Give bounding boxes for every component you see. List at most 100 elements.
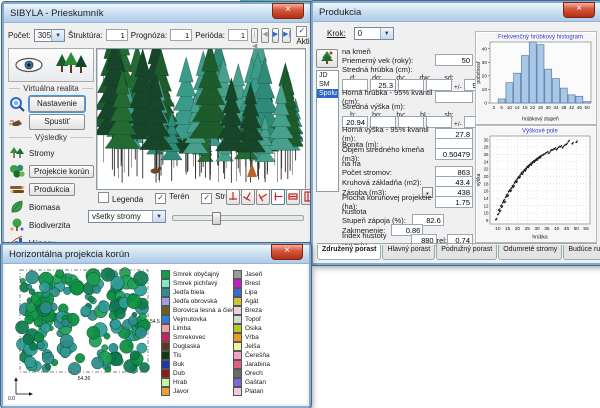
legend-item: Jedľa obrovská: [161, 297, 241, 306]
rotate-view-button-5[interactable]: [286, 189, 300, 205]
checkbox-icon[interactable]: [296, 26, 307, 37]
svg-text:16: 16: [484, 189, 489, 194]
legend-label: Limba: [173, 325, 191, 332]
tab-5[interactable]: Budúce rubné stromy: [563, 245, 600, 260]
perioda-label: Perióda:: [195, 31, 225, 40]
svg-text:30: 30: [482, 60, 488, 66]
legend-label: Jedľa biela: [173, 289, 205, 296]
trees-thumbnail-icon: [54, 52, 88, 78]
forest-viewport[interactable]: [96, 48, 306, 190]
rotate-view-button-1[interactable]: [226, 189, 240, 205]
sidebar-item-crowns[interactable]: Projekcie korún: [7, 162, 95, 180]
viewport-checkboxes: Legenda Terén Stromy: [98, 192, 241, 204]
explorer-toolbar: Počet: 305 Štruktúra: Prognóza: Perióda:…: [8, 26, 306, 44]
close-icon[interactable]: [563, 2, 595, 18]
teren-checkbox[interactable]: Terén: [155, 192, 189, 204]
chevron-down-icon[interactable]: [152, 211, 165, 222]
crown-projection-plot: 54.554.360.0: [8, 266, 160, 402]
species-item-SM[interactable]: SM: [317, 80, 338, 89]
field-row: Horná hrúbka - 95% kvantil (cm):: [342, 92, 473, 102]
tab-1[interactable]: Združený porast: [317, 245, 381, 260]
chevron-down-icon[interactable]: [51, 30, 64, 41]
spustit-row[interactable]: Spustiť: [7, 113, 95, 131]
species-legend-column-1: Smrek obyčajnýSmrek pichľavýJedľa bielaJ…: [161, 270, 241, 396]
svg-text:46: 46: [577, 105, 583, 110]
chevron-down-icon[interactable]: [380, 28, 393, 39]
legenda-checkbox[interactable]: Legenda: [98, 192, 143, 204]
struktura-label: Štruktúra:: [68, 31, 103, 40]
krok-combo[interactable]: 0: [354, 27, 394, 40]
field-value[interactable]: [435, 54, 473, 66]
species-item-Spolu[interactable]: Spolu: [317, 89, 338, 98]
heightcurve-panel: 1015202530354045505581012141618202224262…: [475, 125, 597, 243]
nastavenie-button[interactable]: Nastavenie: [29, 96, 85, 112]
species-item-JD[interactable]: JD: [317, 71, 338, 80]
field-value[interactable]: [435, 148, 473, 160]
sidebar-item-logs[interactable]: Produkcia: [7, 180, 95, 198]
field-value[interactable]: [435, 196, 473, 208]
spustit-button[interactable]: Spustiť: [29, 114, 85, 130]
legend-label: Osika: [245, 325, 262, 332]
tab-4[interactable]: Odumreté stromy: [498, 245, 562, 260]
legend-label: Smrek obyčajný: [173, 271, 219, 278]
legend-label: Jelša: [245, 343, 260, 350]
field-value[interactable]: [435, 91, 473, 103]
svg-text:hrúbkový stupeň: hrúbkový stupeň: [522, 117, 559, 123]
crown-projection-titlebar[interactable]: Horizontálna projekcia korún: [3, 245, 309, 264]
produkcia-title: Produkcia: [319, 7, 361, 18]
tree-filter-combo[interactable]: všetky stromy: [88, 210, 166, 223]
close-icon[interactable]: [271, 244, 303, 260]
legend-label: Vŕba: [245, 334, 259, 341]
produkcia-titlebar[interactable]: Produkcia: [313, 3, 600, 22]
legend-item: Hrab: [161, 378, 241, 387]
close-icon[interactable]: [272, 3, 304, 19]
legend-item: Orech: [233, 369, 270, 378]
species-panel: JDSMSpolu: [316, 49, 339, 243]
zoom-slider[interactable]: [172, 215, 304, 221]
legend-item: Duglaska: [161, 342, 241, 351]
rotate-view-button-4[interactable]: [271, 189, 285, 205]
svg-text:20: 20: [515, 226, 521, 232]
struktura-input[interactable]: [106, 29, 128, 41]
legend-item: Buk: [161, 360, 241, 369]
prognoza-input[interactable]: [170, 29, 192, 41]
rotate-view-button-2[interactable]: [241, 189, 255, 205]
leaf-icon: [9, 199, 25, 215]
crown-projection-title: Horizontálna projekcia korún: [9, 249, 129, 260]
rotate-view-button-3[interactable]: [256, 189, 270, 205]
svg-text:40: 40: [554, 226, 560, 232]
nav-prev-button[interactable]: ◀: [261, 28, 268, 43]
svg-text:10: 10: [495, 226, 501, 232]
nav-last-button[interactable]: ▶|: [282, 28, 291, 43]
legend-swatch: [161, 315, 170, 324]
nav-next-button[interactable]: ▶: [272, 28, 279, 43]
virtual-reality-preview: [8, 48, 94, 82]
slider-thumb[interactable]: [212, 212, 221, 225]
explorer-titlebar[interactable]: SIBYLA - Prieskumník: [4, 4, 310, 23]
sidebar-item-leaf[interactable]: Biomasa: [7, 198, 95, 216]
legend-item: Čerešňa: [233, 351, 270, 360]
nastavenie-row[interactable]: Nastavenie: [7, 95, 95, 113]
svg-text:30: 30: [484, 137, 489, 142]
perioda-input[interactable]: [228, 29, 248, 41]
legend-swatch: [161, 369, 170, 378]
species-list[interactable]: JDSMSpolu: [316, 70, 339, 192]
krok-row: Krok: 0: [327, 27, 394, 40]
svg-text:42: 42: [569, 105, 575, 110]
tab-3[interactable]: Podružný porast: [436, 245, 497, 260]
pocet-combo[interactable]: 305: [34, 29, 65, 42]
legend-label: Hrab: [173, 379, 187, 386]
species-tree-button[interactable]: [316, 49, 338, 68]
vysledky-group-header: Výsledky: [9, 133, 93, 142]
sidebar-item-biodiv[interactable]: Biodiverzita: [7, 216, 95, 234]
svg-text:0: 0: [484, 101, 487, 107]
legend-item: Brest: [233, 279, 270, 288]
legend-item: Gaštan: [233, 378, 270, 387]
nav-first-button[interactable]: |◀: [251, 28, 258, 43]
sidebar-item-tree[interactable]: Stromy: [7, 144, 95, 162]
legend-item: Borovica lesná a čierna: [161, 306, 241, 315]
svg-text:12: 12: [484, 203, 489, 208]
run-icon: [9, 114, 25, 130]
legend-label: Topoľ: [245, 316, 261, 323]
tab-2[interactable]: Hlavný porast: [382, 245, 435, 260]
